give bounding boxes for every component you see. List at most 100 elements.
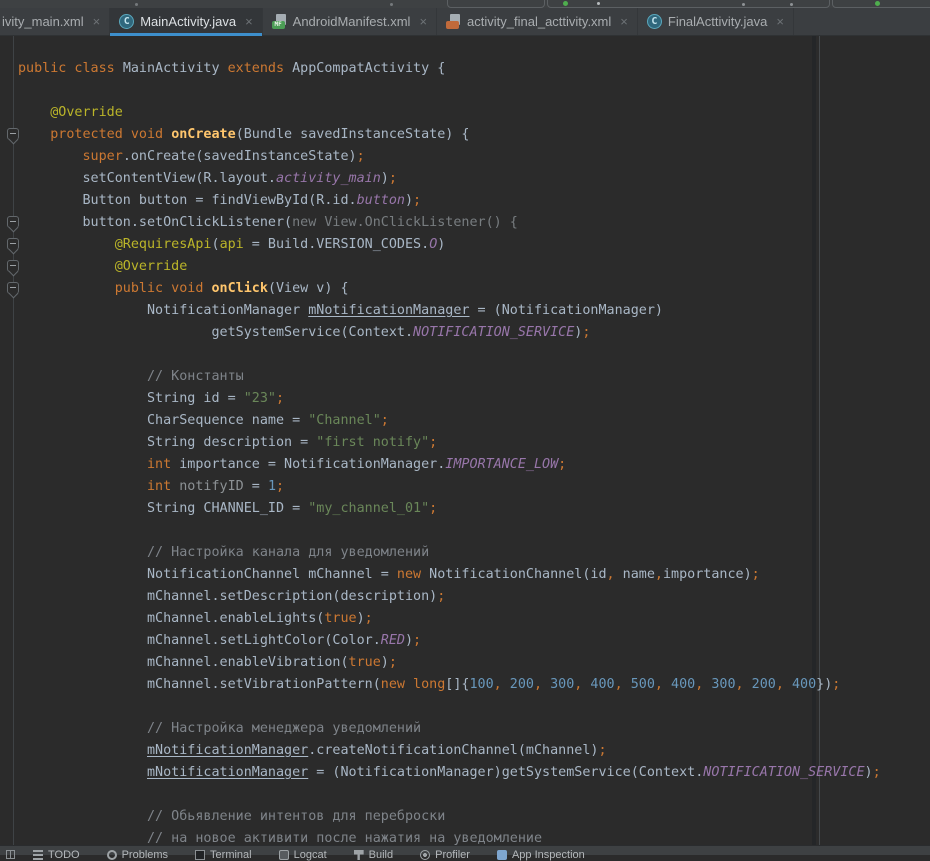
code-line[interactable]: // Константы	[0, 366, 930, 388]
statusbar-item-build[interactable]: Build	[354, 849, 393, 861]
tab-label: ivity_main.xml	[2, 14, 84, 29]
code-token: NotificationChannel mChannel =	[18, 567, 397, 582]
fold-marker-icon[interactable]	[7, 282, 19, 294]
toolbar-run-config-button[interactable]	[547, 0, 830, 8]
code-line[interactable]: int importance = NotificationManager.IMP…	[0, 454, 930, 476]
code-line[interactable]	[0, 696, 930, 718]
code-line[interactable]: getSystemService(Context.NOTIFICATION_SE…	[0, 322, 930, 344]
code-token: MainActivity	[123, 61, 228, 76]
code-token: api	[220, 237, 244, 252]
code-line[interactable]: NotificationChannel mChannel = new Notif…	[0, 564, 930, 586]
tab-ivity-main-xml[interactable]: ivity_main.xml ×	[0, 8, 110, 35]
code-line[interactable]: mNotificationManager.createNotificationC…	[0, 740, 930, 762]
statusbar-item-logcat[interactable]: Logcat	[279, 849, 327, 861]
code-token	[18, 237, 115, 252]
code-line[interactable]	[0, 80, 930, 102]
code-token	[18, 743, 147, 758]
tab-activity-final-acttivity-xml[interactable]: activity_final_acttivity.xml×	[437, 8, 638, 35]
code-token	[18, 149, 83, 164]
code-line[interactable]: setContentView(R.layout.activity_main);	[0, 168, 930, 190]
code-line[interactable]: Button button = findViewById(R.id.button…	[0, 190, 930, 212]
code-line[interactable]: @Override	[0, 102, 930, 124]
code-line[interactable]: // Настройка менеджера уведомлений	[0, 718, 930, 740]
code-token: ;	[381, 413, 389, 428]
code-line[interactable]: protected void onCreate(Bundle savedInst…	[0, 124, 930, 146]
code-line[interactable]: int notifyID = 1;	[0, 476, 930, 498]
tab-close-icon[interactable]: ×	[93, 14, 101, 29]
tab-close-icon[interactable]: ×	[620, 14, 628, 29]
code-token: ,	[655, 567, 663, 582]
statusbar-item-app-inspection[interactable]: App Inspection	[497, 849, 585, 861]
code-line[interactable]: String id = "23";	[0, 388, 930, 410]
code-line[interactable]: public void onClick(View v) {	[0, 278, 930, 300]
code-line[interactable]: String description = "first notify";	[0, 432, 930, 454]
code-line[interactable]: // на новое активити после нажатия на ув…	[0, 828, 930, 845]
tab-label: FinalActtivity.java	[668, 14, 767, 29]
tab-androidmanifest-xml[interactable]: MFAndroidManifest.xml×	[263, 8, 437, 35]
code-line[interactable]	[0, 520, 930, 542]
code-token: NOTIFICATION_SERVICE	[703, 765, 864, 780]
toolbar-actions-button[interactable]	[832, 0, 930, 8]
code-token: mChannel.setLightColor(Color.	[18, 633, 381, 648]
code-line[interactable]: button.setOnClickListener(new View.OnCli…	[0, 212, 930, 234]
code-line[interactable]: String CHANNEL_ID = "my_channel_01";	[0, 498, 930, 520]
code-token: 300	[711, 677, 735, 692]
code-token: int	[147, 479, 171, 494]
code-line[interactable]: @Override	[0, 256, 930, 278]
fold-marker-icon[interactable]	[7, 260, 19, 272]
code-line[interactable]: mChannel.enableLights(true);	[0, 608, 930, 630]
code-token: mNotificationManager	[147, 765, 308, 780]
code-token: )	[405, 633, 413, 648]
code-token: public class	[18, 61, 123, 76]
code-line[interactable]: @RequiresApi(api = Build.VERSION_CODES.O…	[0, 234, 930, 256]
fold-marker-icon[interactable]	[7, 128, 19, 140]
statusbar-item-profiler[interactable]: Profiler	[420, 849, 470, 861]
code-line[interactable]: mChannel.setVibrationPattern(new long[]{…	[0, 674, 930, 696]
manifest-icon: MF	[272, 14, 287, 29]
code-token: (View v) {	[268, 281, 349, 296]
code-line[interactable]: CharSequence name = "Channel";	[0, 410, 930, 432]
code-token: RED	[381, 633, 405, 648]
tab-close-icon[interactable]: ×	[419, 14, 427, 29]
code-token: ,	[607, 567, 615, 582]
tab-finalacttivity-java[interactable]: CFinalActtivity.java×	[638, 8, 794, 35]
statusbar-item-label: Profiler	[435, 849, 470, 861]
fold-marker-icon[interactable]	[7, 238, 19, 250]
code-token	[18, 545, 147, 560]
toolbar-dot-icon	[790, 3, 793, 6]
statusbar-item-todo[interactable]: TODO	[33, 849, 80, 861]
editor-tab-bar: ivity_main.xml×CMainActivity.java×MFAndr…	[0, 8, 930, 36]
code-line[interactable]: public class MainActivity extends AppCom…	[0, 58, 930, 80]
code-line[interactable]: // Обьявление интентов для переброски	[0, 806, 930, 828]
code-line[interactable]	[0, 784, 930, 806]
code-token: ,	[736, 677, 752, 692]
code-token: ;	[832, 677, 840, 692]
code-token: 500	[631, 677, 655, 692]
code-line[interactable]: // Настройка канала для уведомлений	[0, 542, 930, 564]
statusbar-item-terminal[interactable]: Terminal	[195, 849, 252, 861]
code-token	[18, 457, 147, 472]
tab-close-icon[interactable]: ×	[245, 14, 253, 29]
code-content[interactable]: public class MainActivity extends AppCom…	[0, 58, 930, 845]
code-line[interactable]: mChannel.enableVibration(true);	[0, 652, 930, 674]
code-line[interactable]: mNotificationManager = (NotificationMana…	[0, 762, 930, 784]
code-token: )	[405, 193, 413, 208]
statusbar-item-problems[interactable]: Problems	[107, 849, 168, 861]
tab-mainactivity-java[interactable]: CMainActivity.java×	[110, 8, 262, 35]
layout-icon	[446, 14, 461, 29]
code-line[interactable]: super.onCreate(savedInstanceState);	[0, 146, 930, 168]
code-token: mChannel.setVibrationPattern(	[18, 677, 381, 692]
code-token: Button button = findViewById(R.id.	[18, 193, 357, 208]
code-token: ;	[429, 435, 437, 450]
code-line[interactable]: NotificationManager mNotificationManager…	[0, 300, 930, 322]
code-token: public void	[115, 281, 212, 296]
code-token: new	[397, 567, 421, 582]
code-line[interactable]: mChannel.setDescription(description);	[0, 586, 930, 608]
code-token: getSystemService(Context.	[18, 325, 413, 340]
tab-close-icon[interactable]: ×	[776, 14, 784, 29]
code-line[interactable]: mChannel.setLightColor(Color.RED);	[0, 630, 930, 652]
toolbar-device-selector-button[interactable]	[447, 0, 545, 8]
code-line[interactable]	[0, 344, 930, 366]
fold-marker-icon[interactable]	[7, 216, 19, 228]
code-editor[interactable]: public class MainActivity extends AppCom…	[0, 36, 930, 845]
